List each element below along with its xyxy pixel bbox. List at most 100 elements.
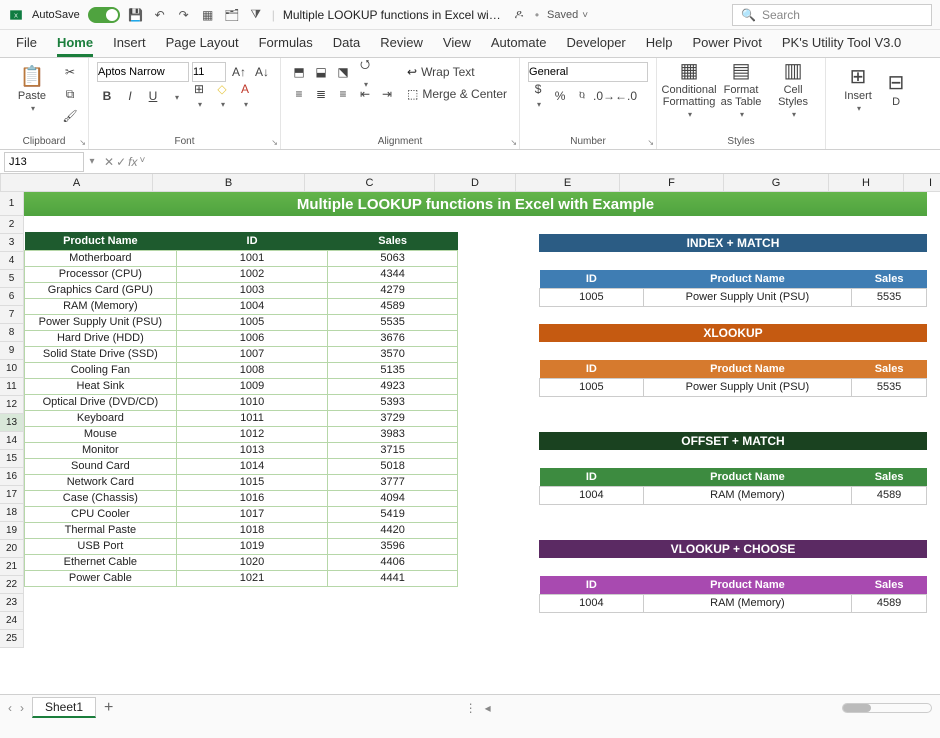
cell[interactable]: 4094: [328, 490, 458, 506]
scroll-left-icon[interactable]: ◂: [485, 701, 491, 715]
insert-cells-button[interactable]: ⊞ Insert: [834, 62, 882, 118]
cell[interactable]: Monitor: [25, 442, 177, 458]
delete-cells-button[interactable]: ⊟ D: [886, 62, 906, 118]
sheet-tab[interactable]: Sheet1: [32, 697, 96, 718]
cell[interactable]: Motherboard: [25, 250, 177, 266]
cell[interactable]: RAM (Memory): [25, 298, 177, 314]
formula-input[interactable]: [149, 152, 940, 172]
row-header-14[interactable]: 14: [0, 432, 24, 450]
tab-power-pivot[interactable]: Power Pivot: [693, 35, 762, 57]
cell[interactable]: 5135: [328, 362, 458, 378]
worksheet-grid[interactable]: 1234567891011121314151617181920212223242…: [0, 192, 940, 694]
tab-help[interactable]: Help: [646, 35, 673, 57]
column-header-I[interactable]: I: [904, 174, 940, 192]
font-color-button[interactable]: A: [235, 86, 255, 106]
column-header-D[interactable]: D: [435, 174, 516, 192]
cell[interactable]: 3596: [328, 538, 458, 554]
cell[interactable]: 5393: [328, 394, 458, 410]
cell[interactable]: 1012: [176, 426, 328, 442]
tab-insert[interactable]: Insert: [113, 35, 146, 57]
tab-view[interactable]: View: [443, 35, 471, 57]
cell[interactable]: 1005: [540, 378, 644, 396]
horizontal-scrollbar[interactable]: [842, 703, 932, 713]
undo-icon[interactable]: ↶: [152, 7, 168, 23]
row-header-1[interactable]: 1: [0, 192, 24, 216]
cell[interactable]: 4589: [852, 486, 927, 504]
tab-pk-s-utility-tool-v3-0[interactable]: PK's Utility Tool V3.0: [782, 35, 901, 57]
cell[interactable]: 3777: [328, 474, 458, 490]
cell[interactable]: Mouse: [25, 426, 177, 442]
increase-indent-button[interactable]: ⇥: [377, 84, 397, 104]
row-header-21[interactable]: 21: [0, 558, 24, 576]
row-header-17[interactable]: 17: [0, 486, 24, 504]
save-icon[interactable]: 💾: [128, 7, 144, 23]
orientation-button[interactable]: ⭯: [355, 62, 375, 82]
copy-button[interactable]: ⧉: [60, 84, 80, 104]
align-left-button[interactable]: ≡: [289, 84, 309, 104]
tab-page-layout[interactable]: Page Layout: [166, 35, 239, 57]
row-header-19[interactable]: 19: [0, 522, 24, 540]
sheet-nav-prev[interactable]: ‹: [8, 701, 12, 715]
wrap-text-button[interactable]: Wrap Text: [421, 62, 475, 82]
column-header-F[interactable]: F: [620, 174, 724, 192]
cell[interactable]: 3570: [328, 346, 458, 362]
cell[interactable]: 1019: [176, 538, 328, 554]
add-sheet-button[interactable]: +: [104, 699, 113, 717]
cell[interactable]: 4279: [328, 282, 458, 298]
row-header-11[interactable]: 11: [0, 378, 24, 396]
cell[interactable]: RAM (Memory): [643, 486, 851, 504]
column-header-A[interactable]: A: [1, 174, 153, 192]
format-as-table-button[interactable]: ▤ Format as Table: [717, 62, 765, 118]
tab-file[interactable]: File: [16, 35, 37, 57]
format-painter-button[interactable]: 🖌: [60, 106, 80, 126]
row-header-13[interactable]: 13: [0, 414, 24, 432]
row-header-12[interactable]: 12: [0, 396, 24, 414]
cell[interactable]: Keyboard: [25, 410, 177, 426]
search-box[interactable]: 🔍 Search: [732, 4, 932, 26]
row-header-25[interactable]: 25: [0, 630, 24, 648]
row-header-16[interactable]: 16: [0, 468, 24, 486]
cell[interactable]: 3983: [328, 426, 458, 442]
italic-button[interactable]: I: [120, 86, 140, 106]
cell[interactable]: Heat Sink: [25, 378, 177, 394]
cell[interactable]: 1010: [176, 394, 328, 410]
cell[interactable]: Cooling Fan: [25, 362, 177, 378]
cell[interactable]: 5535: [328, 314, 458, 330]
accessibility-icon[interactable]: ዶ: [511, 7, 527, 23]
fx-icon[interactable]: fx: [128, 155, 137, 169]
cell[interactable]: 3676: [328, 330, 458, 346]
cell[interactable]: 5419: [328, 506, 458, 522]
conditional-formatting-button[interactable]: ▦ Conditional Formatting: [665, 62, 713, 118]
cell[interactable]: 5063: [328, 250, 458, 266]
cell[interactable]: Hard Drive (HDD): [25, 330, 177, 346]
row-header-8[interactable]: 8: [0, 324, 24, 342]
autosave-toggle[interactable]: [88, 7, 120, 23]
cell[interactable]: Power Supply Unit (PSU): [643, 378, 851, 396]
tab-developer[interactable]: Developer: [567, 35, 626, 57]
namebox-expand[interactable]: ▾: [84, 154, 100, 170]
enter-formula-icon[interactable]: ✓: [116, 155, 126, 169]
cell-styles-button[interactable]: ▥ Cell Styles: [769, 62, 817, 118]
underline-expand[interactable]: [166, 86, 186, 106]
cell[interactable]: 1005: [540, 288, 644, 306]
name-box[interactable]: [4, 152, 84, 172]
cell[interactable]: 4589: [328, 298, 458, 314]
row-header-20[interactable]: 20: [0, 540, 24, 558]
cell[interactable]: 1020: [176, 554, 328, 570]
sheet-options-icon[interactable]: ⋮: [465, 701, 477, 715]
decrease-decimal-button[interactable]: ←.0: [616, 86, 636, 106]
column-header-E[interactable]: E: [516, 174, 620, 192]
align-center-button[interactable]: ≣: [311, 84, 331, 104]
cell[interactable]: 1005: [176, 314, 328, 330]
cell[interactable]: Sound Card: [25, 458, 177, 474]
row-header-10[interactable]: 10: [0, 360, 24, 378]
align-top-button[interactable]: ⬒: [289, 62, 309, 82]
align-right-button[interactable]: ≡: [333, 84, 353, 104]
tab-formulas[interactable]: Formulas: [259, 35, 313, 57]
cell[interactable]: 1009: [176, 378, 328, 394]
cell[interactable]: 4923: [328, 378, 458, 394]
cell[interactable]: 1004: [176, 298, 328, 314]
cell[interactable]: 1017: [176, 506, 328, 522]
cut-button[interactable]: ✂: [60, 62, 80, 82]
cell[interactable]: Power Supply Unit (PSU): [25, 314, 177, 330]
